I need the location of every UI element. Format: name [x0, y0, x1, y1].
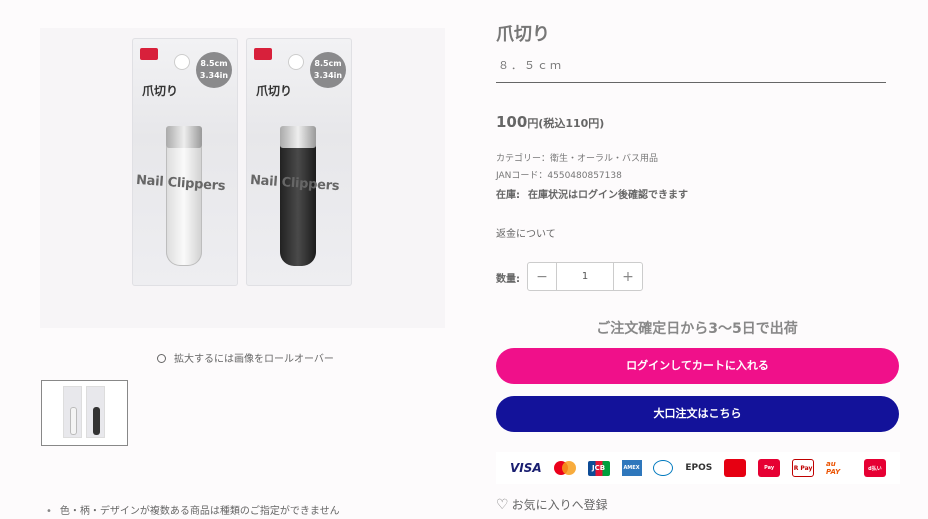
product-title: 爪切り [496, 24, 550, 45]
au-pay-icon: au PAY [826, 459, 853, 477]
diners-club-icon [653, 460, 674, 476]
quantity-stepper: − 1 + [527, 262, 643, 291]
jcb-icon: JCB [587, 460, 610, 476]
size-badge: 8.5cm 3.34in [196, 52, 232, 88]
d-barai-icon: d払い [863, 459, 886, 477]
epos-icon: EPOS [685, 463, 713, 473]
jan-code: JANコード：4550480857138 [496, 171, 622, 181]
amex-icon: AMEX [621, 460, 642, 476]
zoom-hint-text: 拡大するには画像をロールオーバー [174, 354, 334, 365]
clipper-body [166, 134, 202, 266]
merpay-icon: Pay [758, 459, 781, 477]
package-product-text: Nail Clippers [249, 172, 340, 195]
product-price: 100円(税込110円) [496, 113, 604, 131]
clipper-head [166, 126, 202, 148]
visa-icon: VISA [510, 461, 542, 475]
quantity-increase-button[interactable]: + [613, 263, 642, 290]
size-badge: 8.5cm 3.34in [310, 52, 346, 88]
brand-logo [140, 48, 158, 60]
quantity-decrease-button[interactable]: − [528, 263, 557, 290]
heart-icon: ♡ [496, 496, 509, 513]
favorite-label: お気に入りへ登録 [511, 498, 608, 512]
clipper-body [280, 134, 316, 266]
favorite-button[interactable]: ♡ お気に入りへ登録 [496, 496, 608, 513]
refund-link[interactable]: 返金について [496, 225, 556, 240]
rakuten-pay-icon: R Pay [792, 459, 815, 477]
hang-hole [288, 54, 304, 70]
add-to-cart-button[interactable]: ログインしてカートに入れる [496, 348, 899, 384]
category-text: カテゴリー：衛生・オーラル・バス用品 [496, 154, 659, 164]
price-value: 100 [496, 113, 528, 131]
quantity-label: 数量: [496, 274, 520, 285]
brand-logo [254, 48, 272, 60]
thumbnail-package-white [63, 386, 82, 438]
paypay-icon [724, 459, 747, 477]
magnifier-icon [157, 354, 166, 363]
product-main-image[interactable]: 8.5cm 3.34in 爪切り Nail Clippers 8.5cm 3.3… [40, 28, 445, 328]
quantity-input[interactable]: 1 [557, 263, 613, 290]
package-white-clipper: 8.5cm 3.34in 爪切り Nail Clippers [132, 38, 238, 286]
stock-status: 在庫: 在庫状況はログイン後確認できます [496, 186, 696, 201]
package-product-text: Nail Clippers [135, 172, 226, 195]
clipper-head [280, 126, 316, 148]
shipping-info: ご注文確定日から3〜5日で出荷 [596, 321, 798, 337]
package-label: 爪切り [256, 84, 293, 98]
bulk-order-button[interactable]: 大口注文はこちら [496, 396, 899, 432]
zoom-hint: 拡大するには画像をロールオーバー [157, 350, 334, 365]
price-tax: 円(税込110円) [527, 117, 605, 130]
payment-methods: VISA JCB AMEX EPOS Pay R Pay au PAY d払い [496, 452, 900, 484]
package-black-clipper: 8.5cm 3.34in 爪切り Nail Clippers [246, 38, 352, 286]
mastercard-icon [553, 461, 576, 475]
product-subtitle: ８．５ｃｍ [498, 59, 563, 72]
thumbnail-image[interactable] [41, 380, 128, 446]
stock-value: 在庫状況はログイン後確認できます [528, 190, 688, 201]
package-label: 爪切り [142, 84, 179, 98]
stock-label: 在庫: [496, 190, 520, 201]
notice-text: 色・柄・デザインが複数ある商品は種類のご指定ができません [46, 502, 340, 517]
divider [496, 82, 886, 83]
hang-hole [174, 54, 190, 70]
thumbnail-package-black [86, 386, 105, 438]
